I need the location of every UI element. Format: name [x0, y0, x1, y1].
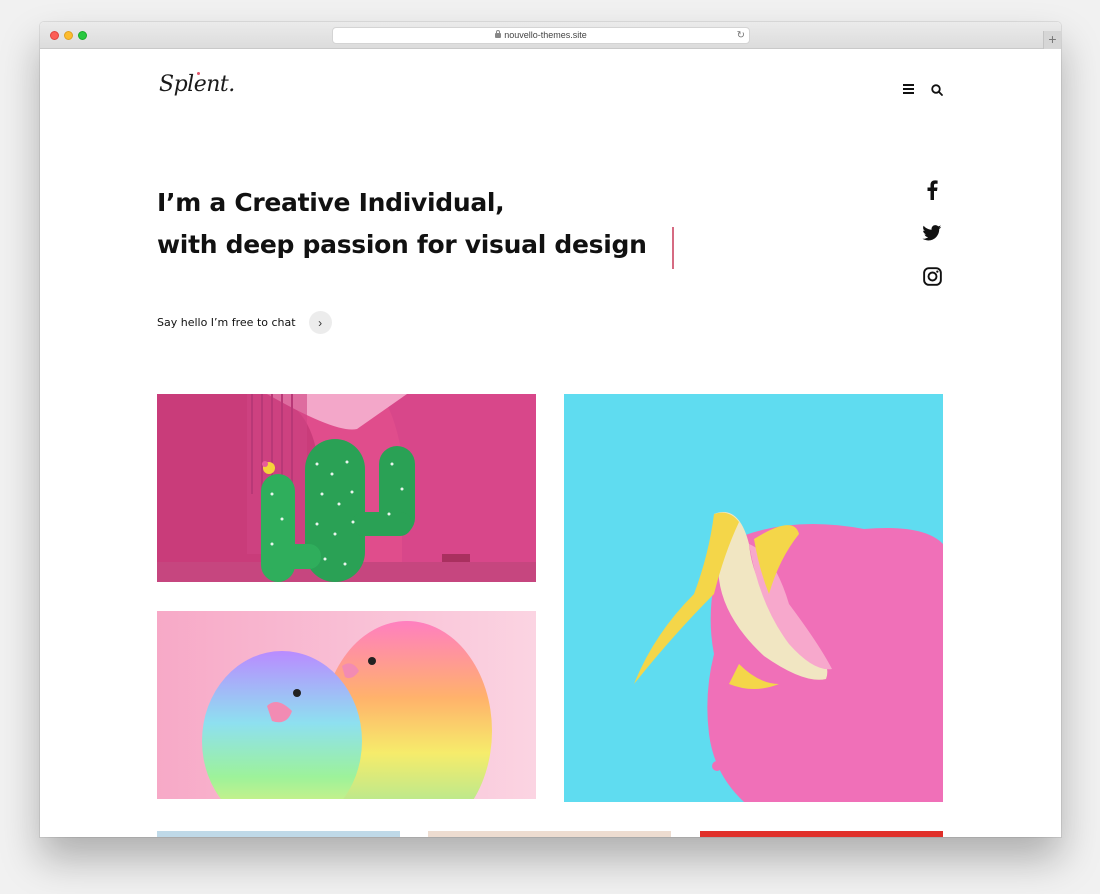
facebook-icon[interactable]: [920, 179, 944, 201]
hero-heading: I’m a Creative Individual, with deep pas…: [157, 182, 647, 266]
browser-window: nouvello-themes.site ↻ + Splent. I’m a C…: [40, 22, 1061, 837]
twitter-icon[interactable]: [920, 222, 944, 244]
logo-accent-dot: [197, 72, 200, 75]
address-bar[interactable]: nouvello-themes.site ↻: [332, 27, 750, 44]
site-logo[interactable]: Splent.: [159, 72, 235, 97]
hero-line-2: with deep passion for visual design: [157, 230, 647, 259]
portfolio-item-bottom-2[interactable]: [428, 831, 671, 837]
lock-icon: [495, 30, 502, 38]
new-tab-button[interactable]: +: [1043, 31, 1061, 49]
chevron-right-icon[interactable]: ›: [308, 311, 332, 334]
minimize-window-button[interactable]: [64, 31, 73, 40]
typing-cursor: [672, 227, 674, 269]
chat-cta[interactable]: Say hello I’m free to chat ›: [157, 311, 332, 334]
close-window-button[interactable]: [50, 31, 59, 40]
hero-line-1: I’m a Creative Individual,: [157, 188, 505, 217]
reload-icon[interactable]: ↻: [737, 28, 745, 43]
search-icon[interactable]: [930, 83, 944, 97]
portfolio-item-cactus[interactable]: [157, 394, 536, 582]
maximize-window-button[interactable]: [78, 31, 87, 40]
cta-text: Say hello I’m free to chat: [157, 316, 296, 329]
portfolio-item-banana[interactable]: [564, 394, 943, 802]
portfolio-item-parrots[interactable]: [157, 611, 536, 799]
instagram-icon[interactable]: [920, 265, 944, 287]
site-logo-text: Splent.: [159, 72, 235, 97]
portfolio-item-bottom-1[interactable]: [157, 831, 400, 837]
address-text: nouvello-themes.site: [504, 30, 587, 40]
portfolio-item-bottom-3[interactable]: [700, 831, 943, 837]
browser-titlebar: nouvello-themes.site ↻ +: [40, 22, 1061, 49]
hamburger-menu-icon[interactable]: [903, 84, 914, 94]
